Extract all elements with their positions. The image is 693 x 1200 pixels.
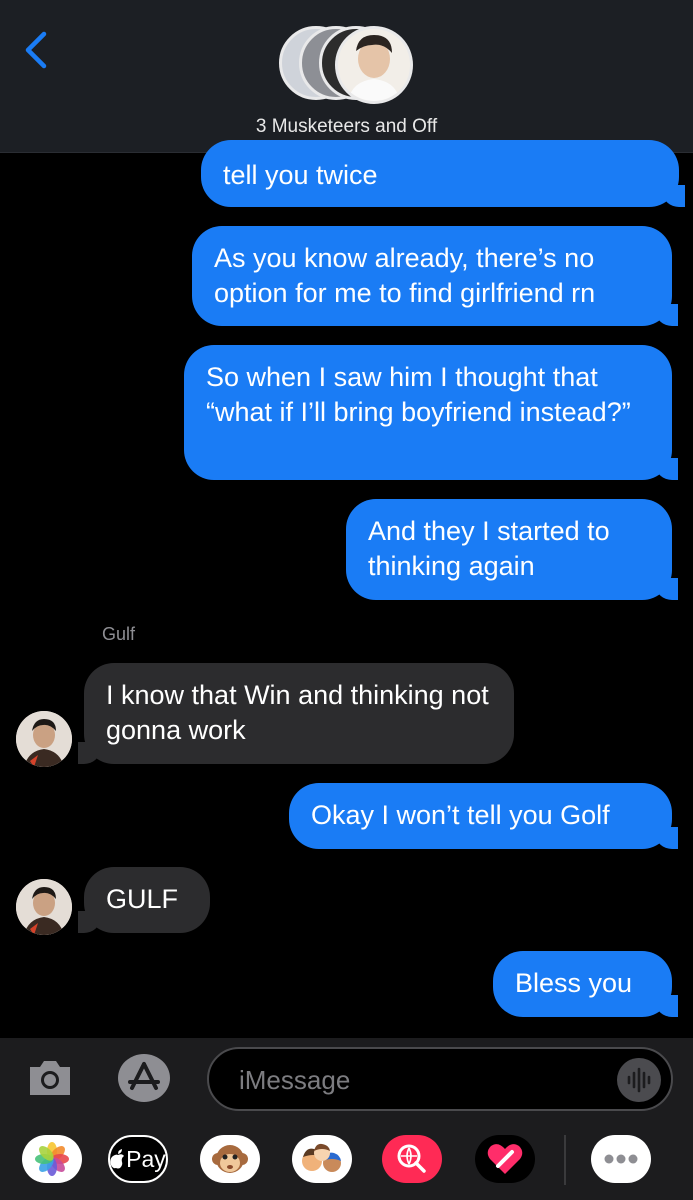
apple-pay-label: Pay	[126, 1145, 166, 1172]
message-text: Bless you	[515, 968, 633, 998]
drawer-divider	[564, 1135, 566, 1185]
message-input-placeholder: iMessage	[239, 1065, 351, 1095]
memoji-icon[interactable]	[292, 1135, 352, 1183]
monkey-emoji-icon[interactable]	[200, 1135, 260, 1183]
message-text: So when I saw him I thought that “what i…	[206, 362, 631, 427]
photos-icon[interactable]	[22, 1135, 82, 1183]
camera-icon[interactable]	[26, 1055, 74, 1099]
member-avatar	[335, 26, 413, 104]
web-search-icon[interactable]	[382, 1135, 442, 1183]
message-bubble-outgoing[interactable]: So when I saw him I thought that “what i…	[184, 345, 678, 480]
message-text: I know that Win and thinking not gonna w…	[106, 680, 489, 745]
message-bubble-outgoing[interactable]: As you know already, there’s no option f…	[192, 226, 678, 326]
appstore-icon[interactable]	[118, 1054, 170, 1102]
apple-pay-icon[interactable]: Pay	[108, 1135, 168, 1183]
digital-touch-icon[interactable]	[475, 1135, 535, 1183]
conversation-header: 3 Musketeers and Off	[0, 0, 693, 153]
message-text: And they I started to thinking again	[368, 516, 610, 581]
message-bubble-outgoing[interactable]: And they I started to thinking again	[346, 499, 678, 600]
sender-name: Gulf	[102, 624, 136, 644]
apple-logo-icon	[110, 1149, 125, 1169]
chevron-left-icon[interactable]	[22, 30, 52, 70]
more-icon[interactable]	[591, 1135, 651, 1183]
message-bubble-incoming[interactable]: I know that Win and thinking not gonna w…	[78, 663, 514, 764]
audio-waveform-icon[interactable]	[617, 1058, 661, 1102]
message-input[interactable]: iMessage	[207, 1047, 673, 1111]
message-text: As you know already, there’s no option f…	[214, 243, 596, 308]
group-name[interactable]: 3 Musketeers and Off	[0, 116, 693, 138]
message-bubble-incoming[interactable]: GULF	[78, 867, 210, 933]
message-bubble-outgoing[interactable]: Okay I won’t tell you Golf	[289, 783, 678, 849]
message-bubble-outgoing[interactable]: Bless you	[493, 951, 678, 1017]
contact-avatar[interactable]	[16, 879, 72, 935]
message-text: GULF	[106, 884, 179, 914]
message-text: Okay I won’t tell you Golf	[311, 800, 610, 830]
contact-avatar[interactable]	[16, 711, 72, 767]
message-bubble-outgoing[interactable]: tell you twice	[201, 140, 685, 207]
group-avatar[interactable]	[279, 26, 419, 106]
message-text: tell you twice	[223, 160, 378, 190]
